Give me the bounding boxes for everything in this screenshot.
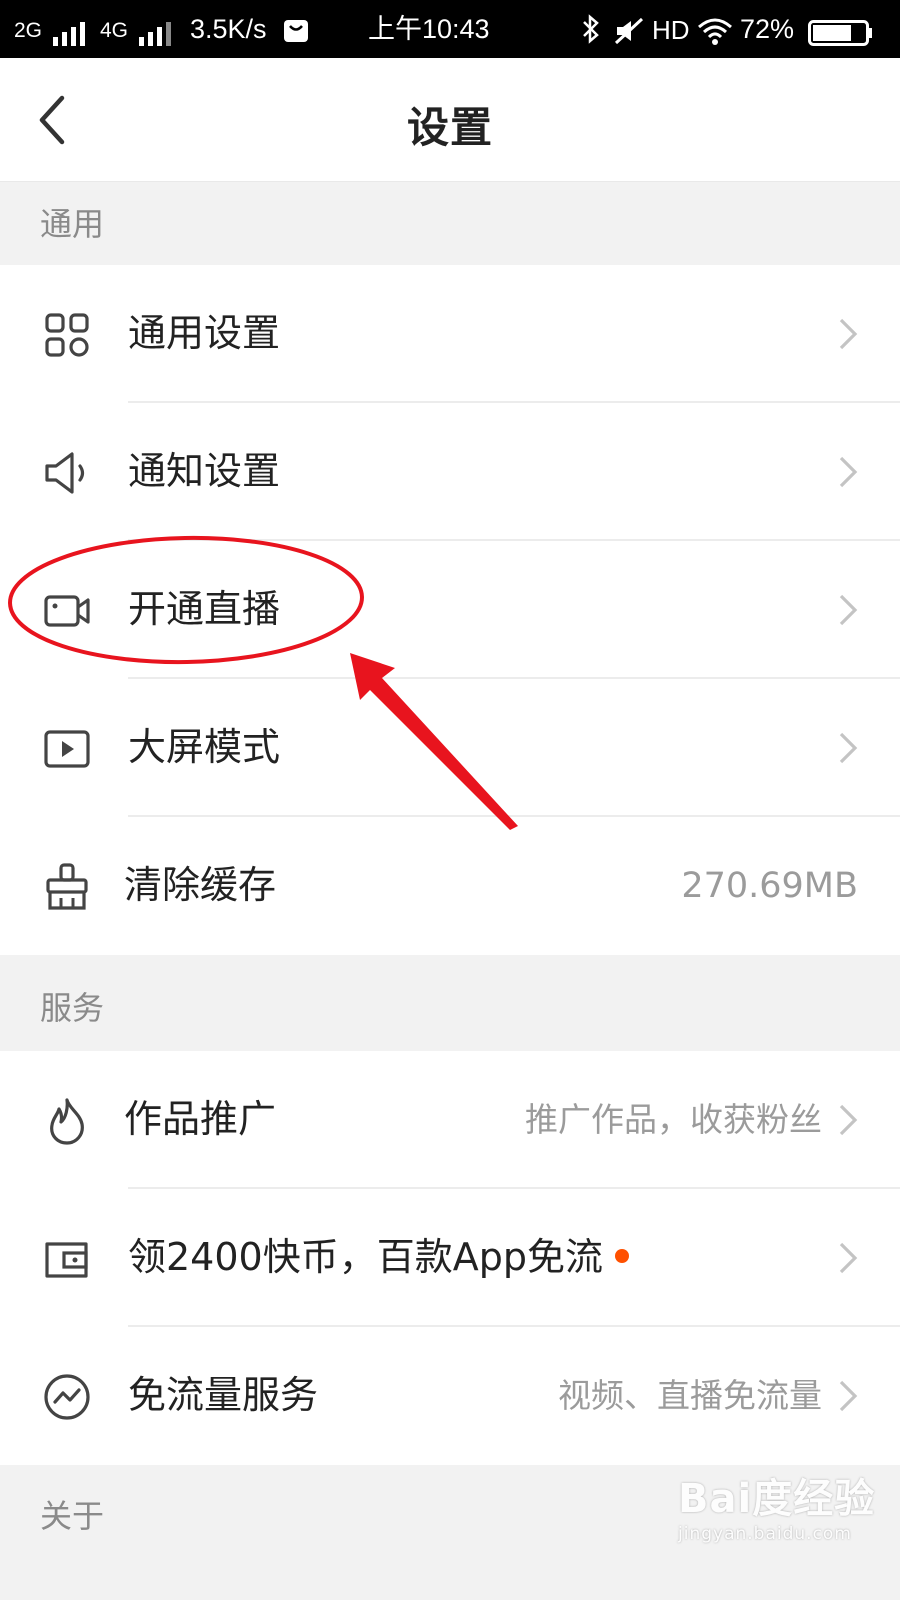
network-speed: 3.5K/s [190,14,267,44]
signal-strength-icon [53,22,85,46]
row-label: 通用设置 [128,311,281,355]
chevron-right-icon [839,594,858,626]
section-label: 关于 [40,1497,105,1535]
watermark-url: jingyan.baidu.com [678,1524,852,1544]
section-label: 通用 [40,205,105,243]
hd-label: HD [652,15,690,45]
clock: 上午10:43 [368,14,490,44]
notification-settings-row[interactable]: 通知设置 [0,403,900,541]
wallet-icon [45,1242,88,1278]
watermark-logo: Bai度经验 [678,1476,876,1522]
row-label: 开通直播 [128,587,281,631]
nav-header: 设置 [0,58,900,182]
row-label: 大屏模式 [128,725,281,769]
baidu-jingyan-watermark: Bai度经验 jingyan.baidu.com [678,1466,875,1544]
free-data-service-row[interactable]: 免流量服务 视频、直播免流量 [0,1327,900,1465]
network-2g-label: 2G [14,19,43,42]
brush-icon [46,863,88,910]
settings-group-general: 通用设置 通知设置 开通直播 大屏模式 清除缓存 270.69MB [0,265,900,955]
row-label: 领2400快币，百款App免流 [128,1234,629,1280]
network-4g-label: 4G [100,19,129,42]
wifi-icon [698,18,732,45]
battery-percent: 72% [740,14,795,44]
chevron-right-icon [839,732,858,764]
mute-icon [614,17,644,45]
play-screen-icon [44,730,90,768]
battery-icon [808,20,872,46]
chevron-right-icon [839,1380,858,1412]
status-bar: 2G 4G 3.5K/s 上午10:43 HD 72% [0,0,900,58]
big-screen-mode-row[interactable]: 大屏模式 [0,679,900,817]
flame-icon [50,1098,84,1145]
chevron-right-icon [839,318,858,350]
general-settings-row[interactable]: 通用设置 [0,265,900,403]
row-description: 视频、直播免流量 [558,1376,822,1415]
section-header-service: 服务 [0,955,900,1051]
section-label: 服务 [40,989,105,1027]
signal-strength-icon [139,22,171,46]
kuaibi-reward-row[interactable]: 领2400快币，百款App免流 [0,1189,900,1327]
section-header-general: 通用 [0,183,900,265]
trend-circle-icon [44,1374,90,1420]
open-live-stream-row[interactable]: 开通直播 [0,541,900,679]
new-badge-dot [614,1248,629,1263]
settings-group-service: 作品推广 推广作品，收获粉丝 领2400快币，百款App免流 免流量服务 视频、… [0,1051,900,1465]
speaker-icon [45,452,85,494]
row-label-text: 领2400快币，百款App免流 [128,1235,603,1279]
row-label: 免流量服务 [128,1373,319,1417]
clear-cache-row[interactable]: 清除缓存 270.69MB [0,817,900,955]
row-description: 推广作品，收获粉丝 [525,1100,822,1139]
grid-icon [45,313,89,357]
page-title: 设置 [406,103,493,152]
row-label: 通知设置 [128,449,281,493]
cache-size-value: 270.69MB [681,866,858,906]
work-promotion-row[interactable]: 作品推广 推广作品，收获粉丝 [0,1051,900,1189]
chevron-right-icon [839,456,858,488]
bluetooth-icon [583,14,599,44]
chevron-right-icon [839,1104,858,1136]
row-label: 作品推广 [124,1097,277,1141]
chevron-right-icon [839,1242,858,1274]
notification-bag-icon [284,20,308,42]
video-camera-icon [44,595,90,627]
row-label: 清除缓存 [124,863,277,907]
